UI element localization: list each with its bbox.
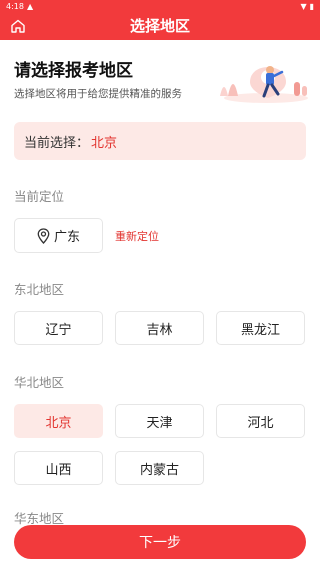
region-chip[interactable]: 内蒙古 <box>115 451 204 485</box>
region-chip[interactable]: 山西 <box>14 451 103 485</box>
region-chip[interactable]: 河北 <box>216 404 305 438</box>
app-header: 选择地区 <box>0 12 320 40</box>
current-selection-value: 北京 <box>91 135 118 151</box>
current-selection-label: 当前选择： <box>24 135 90 151</box>
region-chip[interactable]: 辽宁 <box>14 311 103 345</box>
next-step-button[interactable]: 下一步 <box>14 525 306 559</box>
battery-icon: ▮ <box>309 1 314 11</box>
location-city-label: 广东 <box>53 230 80 245</box>
current-selection-box: 当前选择： 北京 <box>14 122 306 160</box>
region-chip-selected[interactable]: 北京 <box>14 404 103 438</box>
region-chip[interactable]: 黑龙江 <box>216 311 305 345</box>
notification-icon: ▲ <box>26 1 34 11</box>
hero-title: 请选择报考地区 <box>14 61 133 81</box>
relocate-link[interactable]: 重新定位 <box>115 228 159 244</box>
section-title-northeast: 东北地区 <box>14 282 65 297</box>
hero-subtitle: 选择地区将用于给您提供精准的服务 <box>14 88 182 100</box>
region-chip[interactable]: 天津 <box>115 404 204 438</box>
section-title-location: 当前定位 <box>14 189 65 204</box>
region-chip[interactable]: 吉林 <box>115 311 204 345</box>
location-pin-icon <box>37 227 50 244</box>
status-time: 4:18 <box>6 1 24 11</box>
section-title-north: 华北地区 <box>14 375 65 390</box>
location-city-button[interactable]: 广东 <box>14 218 103 253</box>
status-bar: 4:18 ▲ ▼ ▮ <box>0 0 320 12</box>
wifi-icon: ▼ <box>300 1 307 11</box>
map-person-illustration <box>220 66 308 103</box>
page-title: 选择地区 <box>129 17 190 35</box>
